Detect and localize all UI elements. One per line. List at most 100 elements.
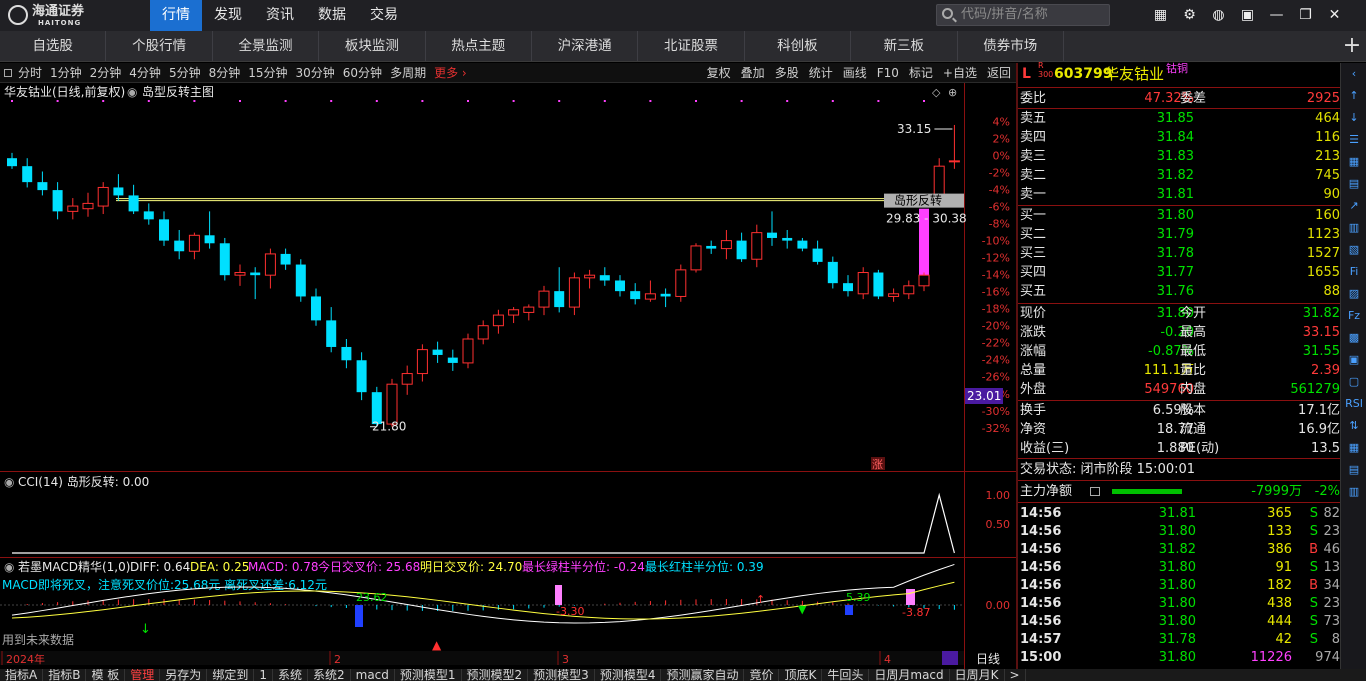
menu-item-4[interactable]: 交易 [358,0,410,31]
diamond-icon[interactable]: ◇ [932,86,941,99]
candle[interactable] [219,237,230,281]
layout-toggle-icon[interactable] [4,69,12,77]
period-tab-4[interactable]: 5分钟 [165,63,205,83]
sidebar-tool-13-icon[interactable]: ▣ [1341,349,1366,371]
sidebar-tool-2-icon[interactable]: ↓ [1341,107,1366,129]
flow-detail-icon[interactable] [1090,487,1100,496]
tool-button-2[interactable]: 多股 [770,63,804,83]
candle[interactable] [295,259,306,302]
candle[interactable] [462,333,474,369]
sidebar-tool-5-icon[interactable]: ▤ [1341,173,1366,195]
period-tab-0[interactable]: 分时 [14,63,46,83]
tool-button-6[interactable]: 标记 [904,63,938,83]
period-tab-2[interactable]: 2分钟 [86,63,126,83]
tool-button-4[interactable]: 画线 [838,63,872,83]
nav-tab-3[interactable]: 板块监测 [319,31,426,61]
tool-button-7[interactable]: +自选 [938,63,982,83]
candle[interactable] [873,269,884,300]
indicator-tab-2[interactable]: 模 板 [86,669,126,681]
sidebar-tool-1-icon[interactable]: ↑ [1341,85,1366,107]
sidebar-tool-12-icon[interactable]: ▩ [1341,327,1366,349]
nav-tab-2[interactable]: 全景监测 [213,31,320,61]
indicator-tab-0[interactable]: 指标A [0,669,44,681]
indicator-tab-18[interactable]: 日周月macd [869,669,950,681]
nav-tab-4[interactable]: 热点主题 [426,31,532,61]
indicator-tab-16[interactable]: 顶底K [779,669,823,681]
nav-tab-5[interactable]: 沪深港通 [532,31,639,61]
macd-settings-icon[interactable]: ◉ [4,560,14,574]
sidebar-tool-18-icon[interactable]: ▤ [1341,459,1366,481]
sidebar-tool-19-icon[interactable]: ▥ [1341,481,1366,503]
menu-item-0[interactable]: 行情 [150,0,202,31]
indicator-tab-7[interactable]: 系统 [273,669,308,681]
nav-tab-1[interactable]: 个股行情 [106,31,213,61]
tool-button-3[interactable]: 统计 [804,63,838,83]
nav-tab-0[interactable]: 自选股 [0,31,107,61]
restore-icon[interactable]: ❐ [1291,0,1320,31]
chart-settings-icon[interactable]: ◉ [127,85,137,99]
sidebar-tool-14-icon[interactable]: ▢ [1341,371,1366,393]
period-tab-9[interactable]: 多周期 [386,63,430,83]
tool-button-0[interactable]: 复权 [702,63,736,83]
indicator-tab-9[interactable]: macd [351,669,395,681]
sidebar-tool-10-icon[interactable]: ▨ [1341,283,1366,305]
kline-chart[interactable]: 华友钴业(日线,前复权) ◉ 岛型反转主图 ◇ ⊕4%2%0%-2%-4%-6%-8%-… [0,83,1016,669]
indicator-tab-6[interactable]: 1 [254,669,273,681]
gear-icon[interactable]: ⚙ [1175,0,1204,31]
sidebar-tool-15-icon[interactable]: RSI [1341,393,1366,415]
close-icon[interactable]: ✕ [1320,0,1349,31]
indicator-tab-12[interactable]: 预测模型3 [528,669,595,681]
menu-item-3[interactable]: 数据 [306,0,358,31]
sidebar-tool-9-icon[interactable]: Fi [1341,261,1366,283]
indicator-tab-13[interactable]: 预测模型4 [595,669,662,681]
menu-item-2[interactable]: 资讯 [254,0,306,31]
indicator-tab-17[interactable]: 牛回头 [822,669,870,681]
sidebar-tool-7-icon[interactable]: ▥ [1341,217,1366,239]
indicator-tab-14[interactable]: 预测赢家自动 [661,669,745,681]
period-tab-6[interactable]: 15分钟 [244,63,291,83]
candle[interactable] [690,243,702,273]
menu-item-1[interactable]: 发现 [202,0,254,31]
scroll-handle[interactable] [942,651,958,665]
indicator-tab-4[interactable]: 另存为 [160,669,208,681]
sidebar-tool-8-icon[interactable]: ▧ [1341,239,1366,261]
indicator-tab-8[interactable]: 系统2 [308,669,351,681]
sidebar-tool-17-icon[interactable]: ▦ [1341,437,1366,459]
sidebar-tool-0-icon[interactable]: ‹ [1341,63,1366,85]
add-tab-button[interactable]: + [1338,31,1366,62]
sidebar-tool-6-icon[interactable]: ↗ [1341,195,1366,217]
grid-icon[interactable]: ▦ [1146,0,1175,31]
tool-button-1[interactable]: 叠加 [736,63,770,83]
nav-tab-8[interactable]: 新三板 [851,31,958,61]
sidebar-tool-4-icon[interactable]: ▦ [1341,151,1366,173]
minimize-icon[interactable]: — [1262,0,1291,31]
indicator-tab-15[interactable]: 竟价 [744,669,780,681]
search-input[interactable]: 代码/拼音/名称 [936,4,1110,26]
tool-button-5[interactable]: F10 [872,63,904,83]
indicator-tab-1[interactable]: 指标B [43,669,87,681]
period-tab-7[interactable]: 30分钟 [292,63,339,83]
period-tab-1[interactable]: 1分钟 [46,63,86,83]
indicator-tab-11[interactable]: 预测模型2 [462,669,529,681]
sidebar-tool-11-icon[interactable]: Fz [1341,305,1366,327]
chat-icon[interactable]: ▣ [1233,0,1262,31]
nav-tab-9[interactable]: 债券市场 [958,31,1064,61]
tool-button-8[interactable]: 返回 [982,63,1016,83]
cci-settings-icon[interactable]: ◉ [4,475,14,489]
indicator-tab-10[interactable]: 预测模型1 [395,669,462,681]
candle[interactable] [675,264,687,302]
period-tab-3[interactable]: 4分钟 [125,63,165,83]
sidebar-tool-3-icon[interactable]: ☰ [1341,129,1366,151]
globe-icon[interactable]: ◍ [1204,0,1233,31]
indicator-tab-19[interactable]: 日周月K [950,669,1005,681]
indicator-tab-3[interactable]: 管理 [125,669,161,681]
nav-tab-7[interactable]: 科创板 [745,31,852,61]
period-tab-10[interactable]: 更多 › [430,63,471,83]
period-tab-8[interactable]: 60分钟 [339,63,386,83]
indicator-tab-5[interactable]: 绑定到 [207,669,255,681]
period-tab-5[interactable]: 8分钟 [205,63,245,83]
zoom-icon[interactable]: ⊕ [948,86,957,99]
nav-tab-6[interactable]: 北证股票 [638,31,745,61]
sidebar-tool-16-icon[interactable]: ⇅ [1341,415,1366,437]
indicator-tab-20[interactable]: > [1005,669,1026,681]
